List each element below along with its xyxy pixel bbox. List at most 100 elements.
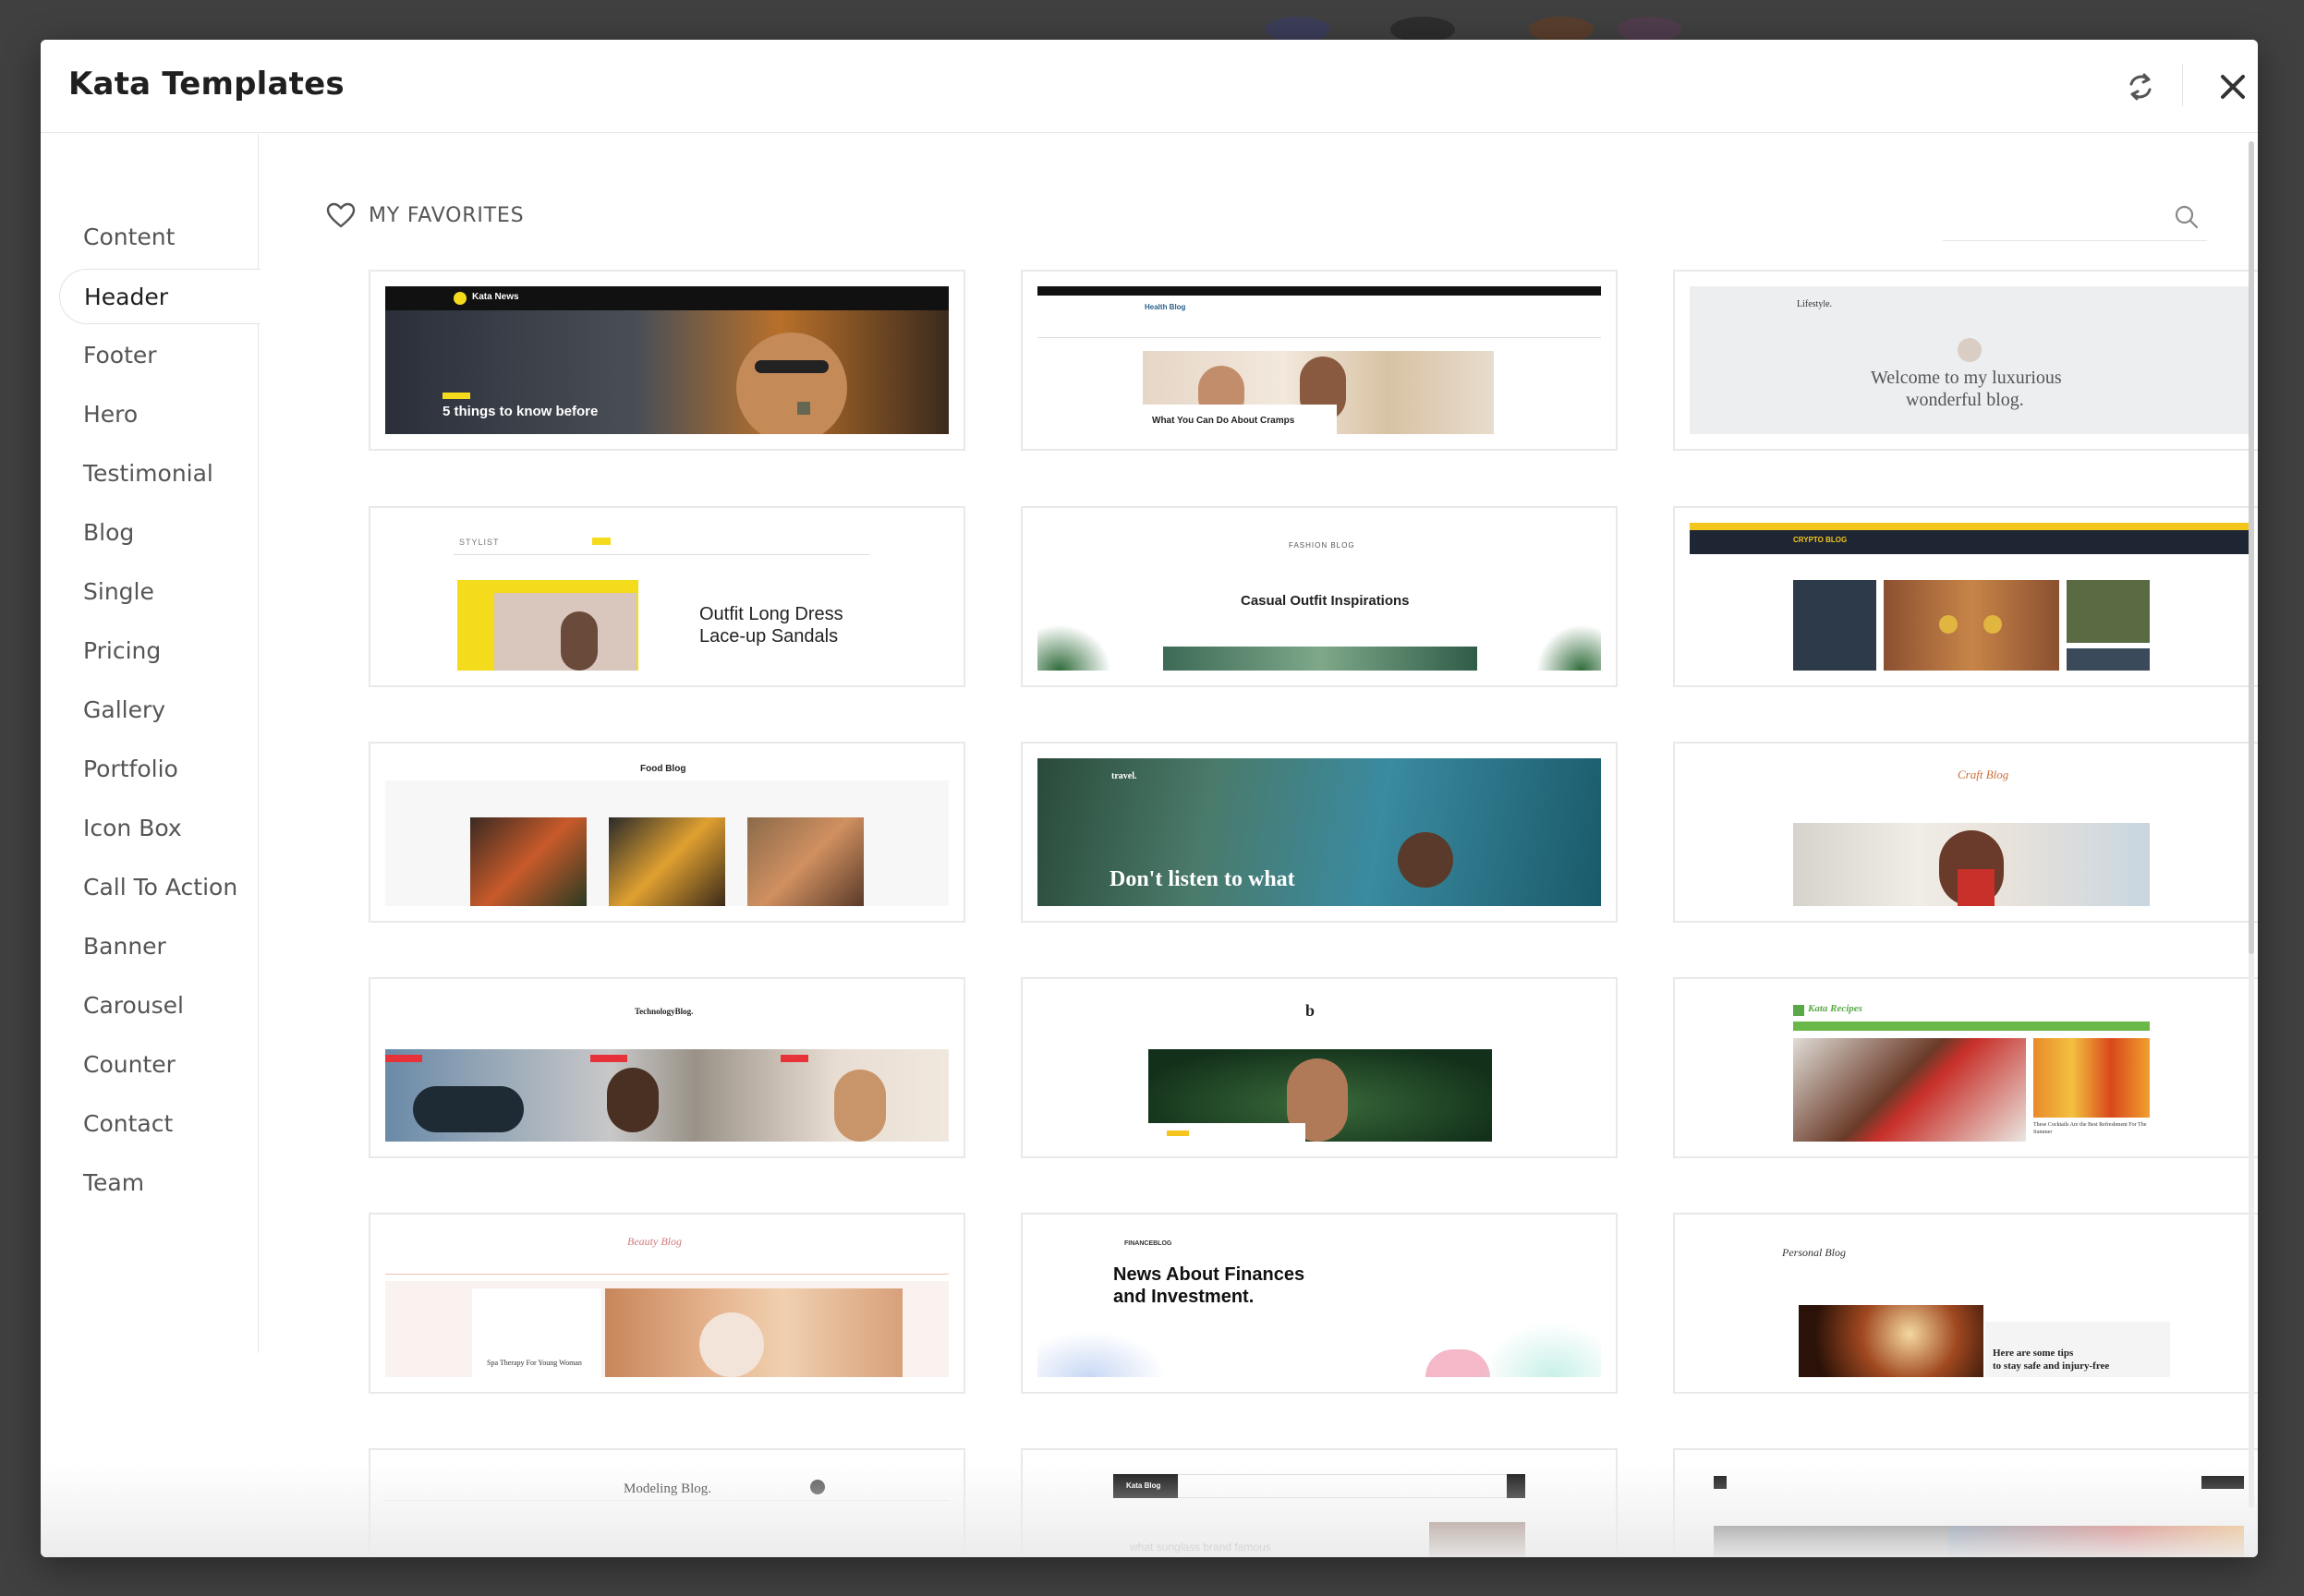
- template-brand: b: [1305, 1001, 1316, 1020]
- template-headline: What You Can Do About Cramps: [1152, 416, 1295, 426]
- template-card[interactable]: Modeling Blog.: [369, 1448, 965, 1557]
- template-thumbnail: Health Blog What You Can Do About Cramps: [1037, 286, 1601, 434]
- template-card[interactable]: Health Blog What You Can Do About Cramps: [1021, 270, 1618, 451]
- sidebar-item-header[interactable]: Header: [59, 269, 261, 324]
- template-card[interactable]: [1673, 1448, 2258, 1557]
- template-brand: STYLIST: [459, 538, 500, 547]
- search-icon[interactable]: [2174, 204, 2200, 230]
- header-divider: [2182, 64, 2183, 106]
- template-brand: Kata Recipes: [1808, 1003, 1862, 1014]
- template-headline: Lace-up Sandals: [699, 626, 839, 647]
- template-headline: wonderful blog.: [1906, 390, 2024, 410]
- template-brand: Personal Blog: [1782, 1246, 1846, 1259]
- template-thumbnail: Food Blog: [385, 758, 949, 906]
- template-brand: FINANCEBLOG: [1124, 1240, 1172, 1247]
- close-icon: [2221, 75, 2245, 99]
- sidebar-item-hero[interactable]: Hero: [59, 387, 259, 442]
- refresh-icon: [2129, 73, 2152, 101]
- template-thumbnail: Kata Recipes These Cocktails Are the Bes…: [1690, 994, 2253, 1142]
- sidebar-item-blog[interactable]: Blog: [59, 505, 259, 561]
- sidebar-item-team[interactable]: Team: [59, 1155, 259, 1211]
- search-input[interactable]: [1943, 195, 2165, 239]
- template-headline: and Investment.: [1113, 1287, 1255, 1307]
- template-brand: travel.: [1111, 771, 1137, 781]
- template-card[interactable]: Kata Blog what sunglass brand famous: [1021, 1448, 1618, 1557]
- template-thumbnail: CRYPTO BLOG: [1690, 523, 2253, 671]
- scrollbar-thumb[interactable]: [2249, 141, 2254, 954]
- template-card[interactable]: CRYPTO BLOG: [1673, 506, 2258, 687]
- template-brand: Food Blog: [640, 764, 686, 774]
- template-card[interactable]: Craft Blog: [1673, 742, 2258, 923]
- sidebar-item-content[interactable]: Content: [59, 210, 259, 265]
- template-card[interactable]: TechnologyBlog.: [369, 977, 965, 1158]
- template-card[interactable]: FASHION BLOG Casual Outfit Inspirations: [1021, 506, 1618, 687]
- template-card[interactable]: Beauty Blog Spa Therapy For Young Woman: [369, 1213, 965, 1394]
- sidebar-item-call-to-action[interactable]: Call To Action: [59, 860, 259, 915]
- category-sidebar: Content Header Footer Hero Testimonial B…: [41, 134, 261, 1353]
- template-thumbnail: [1690, 1465, 2253, 1557]
- template-card[interactable]: Kata News 5 things to know before: [369, 270, 965, 451]
- template-thumbnail: Personal Blog Here are some tips to stay…: [1690, 1229, 2253, 1377]
- template-card[interactable]: STYLIST Outfit Long Dress Lace-up Sandal…: [369, 506, 965, 687]
- close-button[interactable]: [2210, 64, 2256, 110]
- template-brand: FASHION BLOG: [1289, 541, 1355, 550]
- sidebar-item-counter[interactable]: Counter: [59, 1037, 259, 1093]
- template-headline: Welcome to my luxurious: [1871, 368, 2062, 388]
- template-brand: Lifestyle.: [1797, 299, 1833, 309]
- template-brand: CRYPTO BLOG: [1793, 536, 1848, 544]
- my-favorites-label: MY FAVORITES: [369, 203, 525, 227]
- template-card[interactable]: travel. Don't listen to what: [1021, 742, 1618, 923]
- template-brand: Kata Blog: [1126, 1481, 1161, 1490]
- template-thumbnail: STYLIST Outfit Long Dress Lace-up Sandal…: [385, 523, 949, 671]
- backdrop-avatar: [1266, 17, 1330, 42]
- template-brand: Health Blog: [1145, 303, 1186, 311]
- template-card[interactable]: b: [1021, 977, 1618, 1158]
- template-headline: News About Finances: [1113, 1264, 1305, 1285]
- sidebar-item-single[interactable]: Single: [59, 564, 259, 620]
- template-thumbnail: Modeling Blog.: [385, 1465, 949, 1557]
- my-favorites-link[interactable]: MY FAVORITES: [326, 202, 524, 228]
- backdrop-avatar: [1617, 17, 1681, 42]
- template-brand: Craft Blog: [1958, 768, 2009, 781]
- refresh-button[interactable]: [2117, 64, 2164, 110]
- template-thumbnail: Beauty Blog Spa Therapy For Young Woman: [385, 1229, 949, 1377]
- template-card[interactable]: Personal Blog Here are some tips to stay…: [1673, 1213, 2258, 1394]
- template-thumbnail: Lifestyle. Welcome to my luxurious wonde…: [1690, 286, 2253, 434]
- template-brand: Kata News: [472, 292, 519, 302]
- template-thumbnail: Craft Blog: [1690, 758, 2253, 906]
- backdrop-avatar: [1529, 17, 1594, 42]
- sidebar-item-icon-box[interactable]: Icon Box: [59, 801, 259, 856]
- template-card[interactable]: FINANCEBLOG News About Finances and Inve…: [1021, 1213, 1618, 1394]
- template-gallery: MY FAVORITES Kata News 5 things to know …: [260, 134, 2258, 1557]
- backdrop-avatar: [1390, 17, 1455, 42]
- template-headline: to stay safe and injury-free: [1993, 1360, 2110, 1372]
- template-thumbnail: TechnologyBlog.: [385, 994, 949, 1142]
- sidebar-item-contact[interactable]: Contact: [59, 1096, 259, 1152]
- template-card[interactable]: Kata Recipes These Cocktails Are the Bes…: [1673, 977, 2258, 1158]
- scrollbar[interactable]: [2249, 141, 2254, 1508]
- template-thumbnail: b: [1037, 994, 1601, 1142]
- heart-icon: [326, 202, 356, 228]
- sidebar-item-gallery[interactable]: Gallery: [59, 683, 259, 738]
- sidebar-item-pricing[interactable]: Pricing: [59, 623, 259, 679]
- template-thumbnail: FINANCEBLOG News About Finances and Inve…: [1037, 1229, 1601, 1377]
- sidebar-item-portfolio[interactable]: Portfolio: [59, 742, 259, 797]
- template-card[interactable]: Lifestyle. Welcome to my luxurious wonde…: [1673, 270, 2258, 451]
- template-headline: what sunglass brand famous: [1130, 1541, 1271, 1554]
- sidebar-item-testimonial[interactable]: Testimonial: [59, 446, 259, 502]
- sidebar-item-carousel[interactable]: Carousel: [59, 978, 259, 1034]
- modal-header: Kata Templates: [41, 40, 2258, 133]
- template-brand: TechnologyBlog.: [635, 1007, 694, 1016]
- template-headline: Casual Outfit Inspirations: [1241, 593, 1410, 609]
- search-box: [1943, 195, 2207, 241]
- template-brand: Modeling Blog.: [624, 1481, 712, 1496]
- sidebar-item-banner[interactable]: Banner: [59, 919, 259, 974]
- sidebar-item-footer[interactable]: Footer: [59, 328, 259, 383]
- template-headline: 5 things to know before: [443, 404, 599, 419]
- template-headline: Here are some tips: [1993, 1348, 2074, 1359]
- template-thumbnail: Kata Blog what sunglass brand famous: [1037, 1465, 1601, 1557]
- template-thumbnail: travel. Don't listen to what: [1037, 758, 1601, 906]
- template-headline: These Cocktails Are the Best Refreshment…: [2033, 1122, 2147, 1135]
- template-headline: Spa Therapy For Young Woman: [487, 1359, 582, 1367]
- template-card[interactable]: Food Blog: [369, 742, 965, 923]
